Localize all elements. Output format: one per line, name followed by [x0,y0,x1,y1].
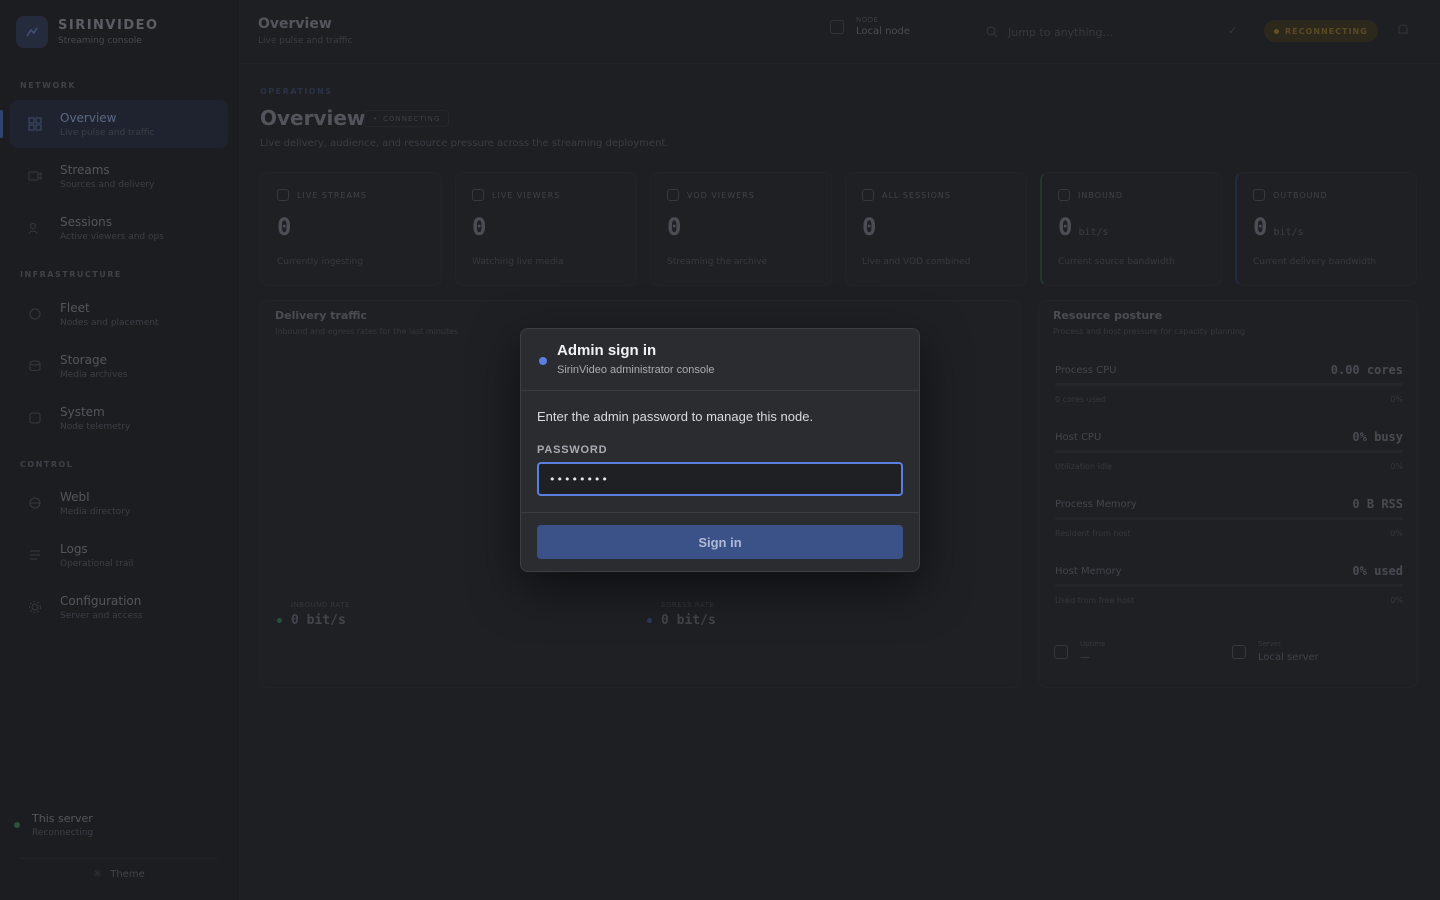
admin-sign-in-dialog: Admin sign in SirinVideo administrator c… [520,328,920,572]
status-dot-icon [539,357,547,365]
dialog-title: Admin sign in [557,342,657,359]
password-field[interactable] [537,462,903,496]
dialog-footer: Sign in [521,513,919,571]
sign-in-button[interactable]: Sign in [537,525,903,559]
dialog-subtitle: SirinVideo administrator console [557,364,715,376]
dialog-message: Enter the admin password to manage this … [537,409,814,424]
dialog-header: Admin sign in SirinVideo administrator c… [521,329,919,391]
password-label: PASSWORD [537,444,608,456]
dialog-body: Enter the admin password to manage this … [521,391,919,513]
